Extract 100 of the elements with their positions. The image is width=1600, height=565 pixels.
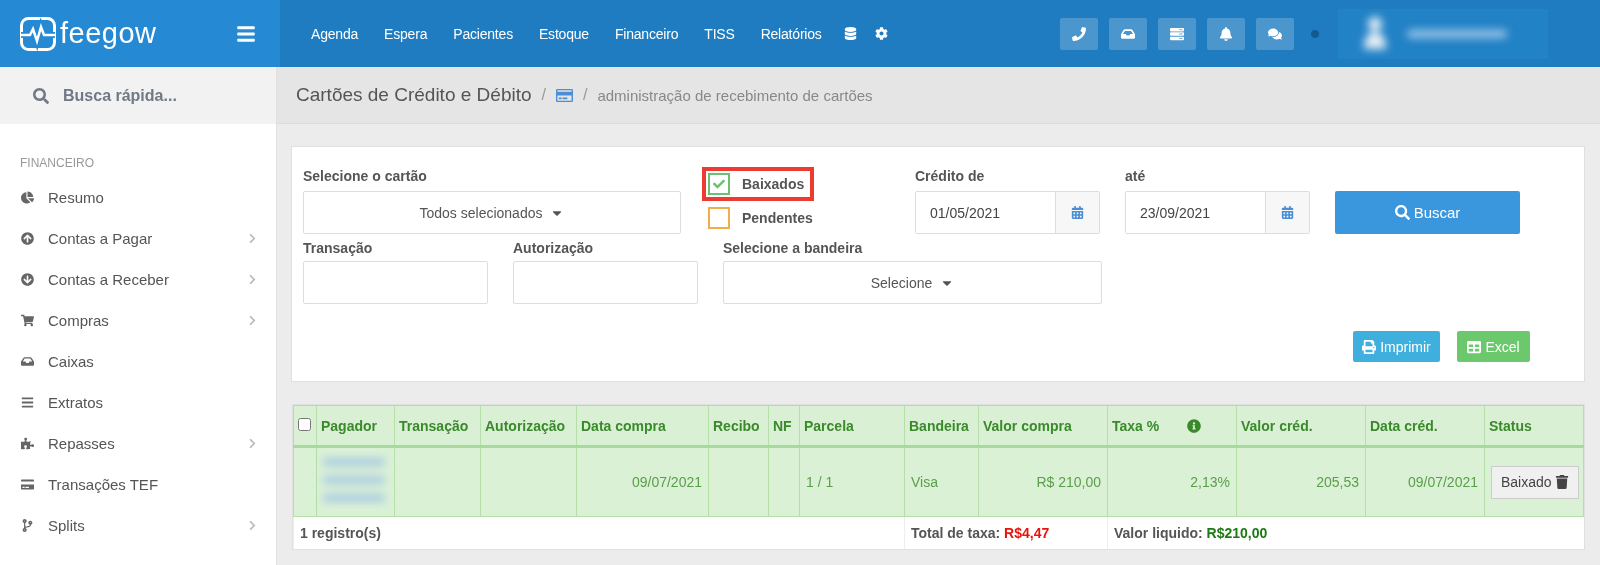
total-label: Total de taxa:: [911, 524, 1001, 541]
column-header: Status: [1489, 417, 1532, 434]
chat-button[interactable]: [1256, 17, 1294, 50]
table-cell: 2,13%: [1190, 474, 1230, 490]
sidebar-item[interactable]: Caixas: [0, 341, 276, 382]
brand-dropdown[interactable]: Selecione: [723, 261, 1102, 304]
checkbox[interactable]: [298, 417, 311, 431]
printer-icon: [1362, 339, 1377, 354]
field-label: Transação: [303, 239, 374, 258]
card-icon: [555, 86, 573, 104]
inbox-icon: [1121, 26, 1135, 41]
tray-icon: [21, 355, 34, 368]
sidebar-item[interactable]: Splits: [0, 505, 276, 546]
sidebar-item[interactable]: Repasses: [0, 423, 276, 464]
table-cell: 09/07/2021: [631, 474, 702, 490]
sidebar-item[interactable]: Extratos: [0, 382, 276, 423]
chat-icon: [1268, 26, 1282, 41]
sidebar-item[interactable]: Resumo: [0, 177, 276, 218]
column-header: Data créd.: [1370, 417, 1438, 434]
avatar-icon: [1363, 14, 1387, 49]
column-header: Valor compra: [983, 417, 1072, 434]
chevron-icon: [247, 274, 258, 285]
table-cell: 09/07/2021: [1407, 474, 1478, 490]
section-title: FINANCEIRO: [19, 155, 95, 172]
field-label: Selecione o cartão: [303, 167, 428, 186]
calendar-icon: [1071, 206, 1084, 219]
page-title: Cartões de Crédito e Débito: [296, 84, 532, 106]
branch-icon: [21, 519, 34, 532]
column-header: NF: [773, 417, 792, 434]
field-label: Selecione a bandeira: [723, 239, 864, 258]
search-field[interactable]: Busca rápida...: [61, 85, 261, 106]
status-button[interactable]: Baixado: [1491, 465, 1579, 499]
nav-link[interactable]: Relatórios: [747, 25, 835, 42]
field-label: até: [1125, 167, 1147, 186]
checkbox[interactable]: Baixados: [706, 171, 811, 197]
table-icon: [1467, 339, 1482, 354]
info-icon[interactable]: [1187, 418, 1202, 433]
column-header: Bandeira: [909, 417, 969, 434]
nav-link[interactable]: Estoque: [525, 25, 602, 42]
search-bar[interactable]: Busca rápida...: [0, 67, 276, 124]
field-label: Crédito de: [915, 167, 986, 186]
date-field[interactable]: 01/05/2021: [915, 191, 1100, 234]
puzzle-icon: [21, 437, 34, 450]
nav-link[interactable]: Pacientes: [440, 25, 526, 42]
menu-icon[interactable]: [236, 23, 256, 44]
input-field[interactable]: [303, 261, 488, 304]
table-cell: 205,53: [1316, 474, 1359, 490]
sidebar-item[interactable]: Compras: [0, 300, 276, 341]
phone-icon: [1072, 26, 1086, 41]
breadcrumb-separator: /: [541, 86, 546, 104]
list-icon: [21, 396, 34, 409]
column-header: Recibo: [713, 417, 760, 434]
record-count: 1 registro(s): [300, 524, 381, 541]
table-cell: 1 / 1: [806, 474, 834, 490]
total-value: R$210,00: [1206, 524, 1268, 541]
server-button[interactable]: [1158, 17, 1196, 50]
user-menu[interactable]: [1338, 8, 1548, 59]
nav-link[interactable]: Espera: [371, 25, 441, 42]
nav-link[interactable]: Agenda: [298, 25, 372, 42]
chevron-icon: [247, 438, 258, 449]
chevron-icon: [247, 315, 258, 326]
phone-button[interactable]: [1060, 17, 1098, 50]
column-header: Autorização: [485, 417, 566, 434]
nav-link[interactable]: TISS: [691, 25, 748, 42]
calendar-icon: [1281, 206, 1294, 219]
chevron-icon: [247, 520, 258, 531]
sidebar-item[interactable]: Contas a Pagar: [0, 218, 276, 259]
sidebar-item[interactable]: Transações TEF: [0, 464, 276, 505]
sidebar-item[interactable]: Contas a Receber: [0, 259, 276, 300]
total-label: Valor liquido:: [1114, 524, 1203, 541]
search-icon: [33, 87, 49, 104]
column-header: Taxa %: [1112, 417, 1160, 434]
checkbox[interactable]: Pendentes: [706, 205, 819, 231]
input-field[interactable]: [513, 261, 698, 304]
nav-link[interactable]: Financeiro: [601, 25, 692, 42]
card-dropdown[interactable]: Todos selecionados: [303, 191, 681, 234]
server-icon: [1170, 26, 1184, 41]
column-header: Pagador: [321, 417, 377, 434]
pie-chart-icon: [21, 191, 34, 204]
card-icon: [21, 478, 34, 491]
table-cell: Visa: [911, 474, 938, 490]
column-header: Parcela: [804, 417, 854, 434]
inbox-button[interactable]: [1109, 17, 1147, 50]
cart-icon: [21, 314, 34, 327]
total-value: R$4,47: [1004, 524, 1050, 541]
check-icon: [713, 178, 725, 190]
search-icon: [1394, 205, 1410, 220]
breadcrumb-item: administração de recebimento de cartões: [597, 86, 873, 104]
heartbeat-icon: [20, 16, 56, 51]
column-header: Valor créd.: [1241, 417, 1313, 434]
breadcrumb-separator: /: [582, 86, 588, 104]
chevron-icon: [247, 233, 258, 244]
bell-button[interactable]: [1207, 17, 1245, 50]
table-cell: R$ 210,00: [1036, 474, 1101, 490]
field-label: Autorização: [513, 239, 595, 258]
trash-icon: [1554, 475, 1569, 489]
bell-icon: [1219, 26, 1233, 41]
column-header: Data compra: [581, 417, 666, 434]
column-header: Transação: [399, 417, 469, 434]
date-field[interactable]: 23/09/2021: [1125, 191, 1310, 234]
